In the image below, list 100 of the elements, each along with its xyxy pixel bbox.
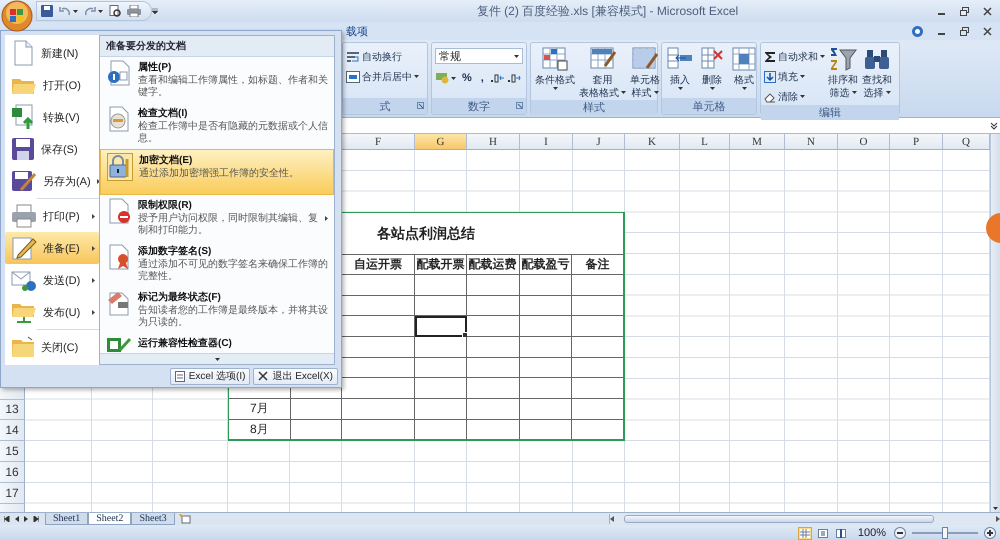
ribbon-button[interactable]: 插入 bbox=[665, 46, 695, 92]
coins-icon bbox=[435, 72, 449, 84]
row-header[interactable]: 15 bbox=[0, 441, 25, 462]
group-label: 数字 bbox=[468, 100, 490, 114]
row-header[interactable]: 14 bbox=[0, 420, 25, 442]
ribbon-button[interactable]: 排序和 筛选 bbox=[827, 46, 859, 100]
vertical-scrollbar[interactable] bbox=[990, 134, 1000, 512]
help-icon[interactable] bbox=[912, 26, 923, 36]
column-heading: 配载开票 bbox=[415, 254, 467, 276]
redo-arrow-icon bbox=[84, 6, 96, 16]
horizontal-scrollbar[interactable] bbox=[609, 514, 1000, 524]
menu-item[interactable]: 另存为(A) bbox=[5, 165, 99, 197]
ribbon-button[interactable]: 自动求和 bbox=[764, 48, 825, 65]
caret-icon bbox=[800, 95, 805, 98]
number-format-dropdown[interactable]: 常规 bbox=[435, 48, 523, 64]
printer-icon[interactable] bbox=[127, 5, 141, 17]
view-button[interactable] bbox=[816, 526, 830, 540]
menu-item[interactable]: 关闭(C) bbox=[5, 331, 99, 363]
view-button[interactable] bbox=[798, 526, 812, 540]
ribbon-button[interactable]: 填充 bbox=[764, 68, 825, 85]
last-sheet-icon[interactable] bbox=[33, 516, 39, 522]
expand-chevron-icon[interactable] bbox=[990, 122, 998, 130]
column-header[interactable]: O bbox=[838, 134, 890, 150]
dialog-launcher-icon[interactable] bbox=[516, 102, 523, 109]
scroll-right-icon[interactable] bbox=[996, 516, 1000, 522]
row-header[interactable]: 17 bbox=[0, 482, 25, 504]
column-header[interactable]: N bbox=[785, 134, 838, 150]
ribbon-button[interactable]: 单元格 样式 bbox=[629, 46, 661, 100]
ribbon-button[interactable]: 删除 bbox=[697, 46, 727, 92]
sheet-tab[interactable]: Sheet1 bbox=[45, 513, 88, 525]
close-icon[interactable] bbox=[983, 26, 992, 36]
ribbon-button[interactable]: 合并后居中 bbox=[346, 68, 419, 85]
menu-item[interactable]: 属性(P) 查看和编辑工作簿属性，如标题、作者和关键字。 bbox=[100, 57, 334, 103]
menu-item[interactable]: 保存(S) bbox=[5, 133, 99, 165]
number-style-button[interactable]: , bbox=[478, 72, 487, 84]
caret-icon bbox=[742, 87, 746, 90]
menu-item[interactable]: 加密文档(E) 通过添加加密增强工作簿的安全性。 bbox=[100, 149, 334, 195]
sheet-tab[interactable]: Sheet2 bbox=[88, 513, 132, 525]
menu-item[interactable]: 打开(O) bbox=[5, 69, 99, 101]
zoom-in-icon[interactable] bbox=[984, 527, 996, 539]
menu-button[interactable]: Excel 选项(I) bbox=[170, 368, 250, 384]
column-header[interactable]: J bbox=[573, 134, 625, 150]
menu-button[interactable]: 退出 Excel(X) bbox=[253, 368, 338, 384]
restore-icon[interactable] bbox=[960, 26, 969, 36]
ribbon-button[interactable]: 查找和 选择 bbox=[861, 46, 893, 100]
menu-item[interactable]: 标记为最终状态(F) 告知读者您的工作簿是最终版本，并将其设为只读的。 bbox=[100, 287, 334, 333]
submenu-arrow-icon bbox=[96, 178, 100, 184]
menu-item[interactable]: 运行兼容性检查器(C) bbox=[100, 333, 334, 353]
menu-item[interactable]: 发送(D) bbox=[5, 264, 99, 296]
column-header[interactable]: K bbox=[625, 134, 680, 150]
zoom-out-icon[interactable] bbox=[894, 527, 906, 539]
insert-sheet-icon[interactable] bbox=[178, 514, 191, 524]
caret-icon bbox=[678, 87, 682, 90]
ribbon-button[interactable]: 清除 bbox=[764, 88, 825, 105]
column-header[interactable]: I bbox=[520, 134, 573, 150]
sheet-tab[interactable]: Sheet3 bbox=[131, 513, 175, 525]
ribbon-button[interactable]: 套用 表格格式 bbox=[578, 46, 627, 100]
zoom-level[interactable]: 100% bbox=[858, 527, 886, 539]
submenu-arrow-icon bbox=[92, 310, 95, 314]
redo-button[interactable] bbox=[84, 6, 103, 16]
zoom-thumb[interactable] bbox=[942, 527, 948, 539]
ribbon-button[interactable]: 条件格式 bbox=[534, 46, 576, 92]
group-label: 编辑 bbox=[819, 106, 841, 120]
menu-item[interactable]: 发布(U) bbox=[5, 296, 99, 328]
menu-item[interactable]: 新建(N) bbox=[5, 37, 99, 69]
menu-item[interactable]: 打印(P) bbox=[5, 200, 99, 232]
increase-decimal-icon[interactable] bbox=[490, 72, 504, 84]
row-header[interactable]: 16 bbox=[0, 462, 25, 483]
options-page-icon bbox=[174, 370, 185, 382]
undo-button[interactable] bbox=[59, 6, 78, 16]
column-header[interactable]: Q bbox=[943, 134, 990, 150]
scroll-thumb[interactable] bbox=[624, 515, 934, 523]
column-header[interactable]: G bbox=[415, 134, 467, 150]
decrease-decimal-icon[interactable] bbox=[506, 72, 521, 84]
dialog-launcher-icon[interactable] bbox=[417, 102, 424, 109]
menu-item[interactable]: 转换(V) bbox=[5, 101, 99, 133]
column-header[interactable]: P bbox=[890, 134, 943, 150]
ribbon-button[interactable]: 格式 bbox=[729, 46, 759, 92]
view-button[interactable] bbox=[834, 526, 848, 540]
ribbon-button[interactable]: 自动换行 bbox=[346, 48, 419, 65]
number-style-button[interactable]: % bbox=[459, 72, 475, 84]
column-header[interactable]: H bbox=[467, 134, 520, 150]
customize-toolbar-icon[interactable] bbox=[152, 8, 158, 14]
restore-icon[interactable] bbox=[960, 6, 969, 16]
ribbon-tab[interactable]: 载项 bbox=[343, 24, 371, 38]
office-button[interactable] bbox=[0, 0, 34, 32]
page-break-icon bbox=[836, 528, 846, 538]
scroll-left-icon[interactable] bbox=[610, 516, 614, 522]
column-header[interactable]: F bbox=[342, 134, 415, 150]
column-header[interactable]: L bbox=[680, 134, 730, 150]
close-icon[interactable] bbox=[983, 6, 992, 16]
column-header[interactable]: M bbox=[730, 134, 785, 150]
print-preview-icon[interactable] bbox=[109, 5, 121, 17]
panel-heading: 准备要分发的文档 bbox=[100, 36, 334, 57]
next-sheet-icon[interactable] bbox=[24, 516, 28, 522]
first-sheet-icon[interactable] bbox=[4, 516, 10, 522]
currency-button[interactable] bbox=[435, 72, 456, 84]
previous-sheet-icon[interactable] bbox=[15, 516, 19, 522]
row-header[interactable]: 13 bbox=[0, 400, 25, 420]
menu-item[interactable]: 准备(E) bbox=[5, 232, 99, 264]
